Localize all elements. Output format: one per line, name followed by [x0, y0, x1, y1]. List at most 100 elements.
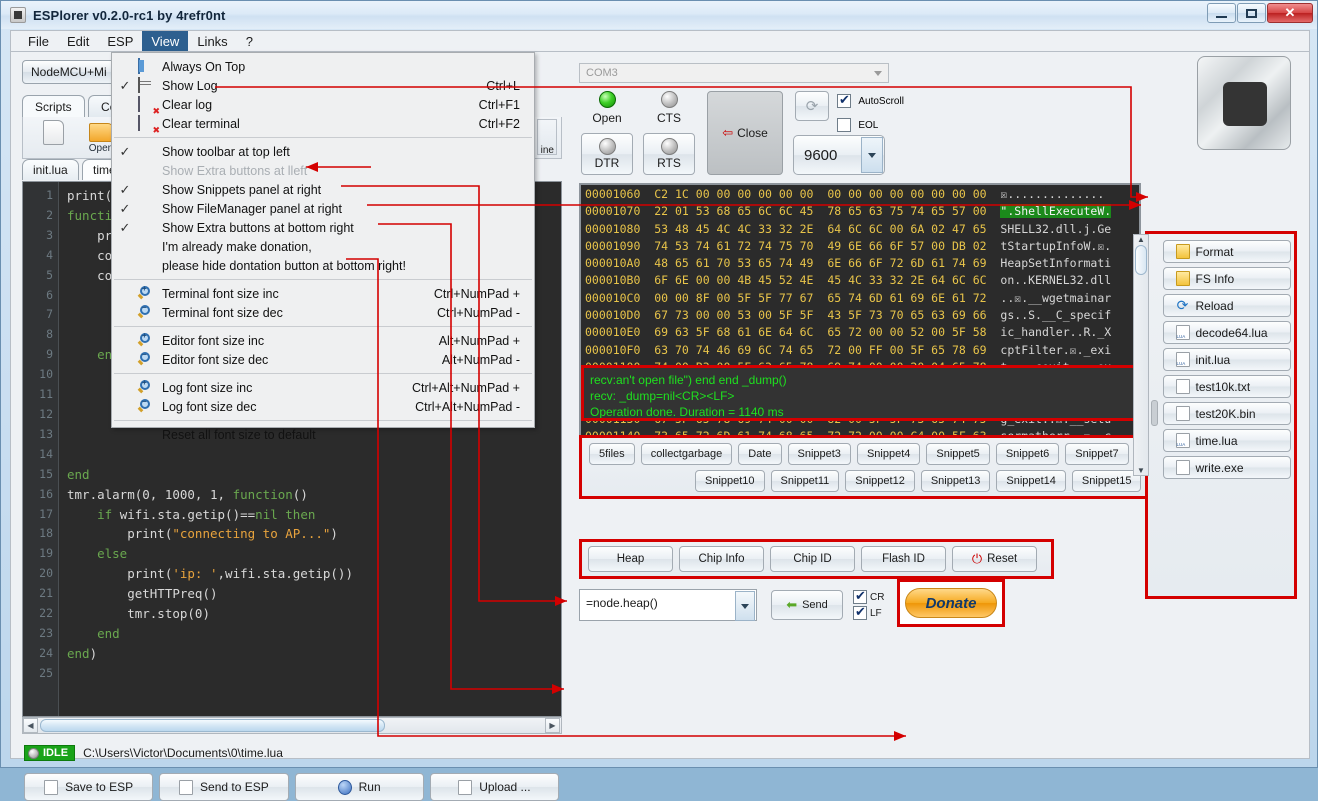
snippet-button[interactable]: Snippet7 — [1065, 443, 1129, 465]
view-menu-item-show-snippets-panel-at-right[interactable]: ✓ Show Snippets panel at right — [112, 180, 534, 199]
rts-button[interactable]: RTS — [643, 133, 695, 175]
filemanager-item-format[interactable]: Format — [1162, 240, 1291, 263]
view-menu-item-terminal-font-size-dec[interactable]: − Terminal font size dec Ctrl+NumPad - — [112, 303, 534, 322]
snippet-button[interactable]: Snippet11 — [770, 470, 840, 492]
close-connection-button[interactable]: ⇦ Close — [707, 91, 783, 175]
send-to-esp-button[interactable]: Send to ESP — [159, 773, 289, 801]
snippet-button[interactable]: Snippet12 — [845, 470, 915, 492]
terminal-vscrollbar[interactable]: ▲ ▼ — [1133, 234, 1149, 476]
snippet-button[interactable]: Snippet10 — [695, 470, 765, 492]
menu-help[interactable]: ? — [237, 31, 262, 52]
autoscroll-checkbox[interactable]: AutoScroll — [837, 92, 904, 108]
com-port-select[interactable]: COM3 — [579, 63, 889, 83]
autoscroll-label: AutoScroll — [858, 96, 904, 107]
cr-checkbox[interactable]: CR — [853, 588, 884, 604]
filemanager-scroll-thumb[interactable] — [1151, 400, 1158, 426]
view-menu-item-show-extra-buttons-at-bottom-right[interactable]: ✓ Show Extra buttons at bottom right — [112, 218, 534, 237]
snippet-button[interactable]: collectgarbage — [640, 443, 733, 465]
file-tab-init[interactable]: init.lua — [22, 159, 79, 180]
filemanager-item-reload[interactable]: ⟳ Reload — [1162, 294, 1291, 317]
view-menu-item-editor-font-size-inc[interactable]: + Editor font size inc Alt+NumPad + — [112, 331, 534, 350]
maximize-button[interactable] — [1237, 3, 1266, 23]
menu-item-label: Terminal font size dec — [162, 305, 283, 320]
snippet-button[interactable]: Snippet3 — [787, 443, 851, 465]
hscroll-thumb[interactable] — [40, 719, 385, 732]
upload-button[interactable]: Upload ... — [429, 773, 559, 801]
filemanager-item-decode64-lua[interactable]: decode64.lua — [1162, 321, 1291, 344]
filemanager-item-test20k-bin[interactable]: test20K.bin — [1162, 402, 1291, 425]
run-button[interactable]: Run — [294, 773, 424, 801]
extra-button-reset[interactable]: ⏻ Reset — [952, 546, 1037, 572]
tab-scripts[interactable]: Scripts — [22, 95, 85, 118]
snippet-button[interactable]: Snippet14 — [996, 470, 1066, 492]
menu-file[interactable]: File — [19, 31, 58, 52]
filemanager-item-init-lua[interactable]: init.lua — [1162, 348, 1291, 371]
send-button[interactable]: ⬅ Send — [771, 590, 843, 620]
menu-item-label: Show Extra buttons at lleft — [162, 163, 308, 178]
filemanager-item-test10k-txt[interactable]: test10k.txt — [1162, 375, 1291, 398]
refresh-button[interactable]: ⟳ — [795, 91, 829, 121]
view-menu-item-show-toolbar-at-top-left[interactable]: ✓ Show toolbar at top left — [112, 142, 534, 161]
lua-file-icon — [1175, 352, 1190, 367]
menu-checkmark-icon: ✓ — [119, 219, 131, 235]
view-menu-item-editor-font-size-dec[interactable]: − Editor font size dec Alt+NumPad - — [112, 350, 534, 369]
snippet-button[interactable]: Snippet15 — [1071, 470, 1142, 492]
view-menu-item-terminal-font-size-inc[interactable]: + Terminal font size inc Ctrl+NumPad + — [112, 284, 534, 303]
extra-button-flash-id[interactable]: Flash ID — [861, 546, 946, 572]
minimize-button[interactable] — [1207, 3, 1236, 23]
menu-links[interactable]: Links — [188, 31, 236, 52]
terminal-vscroll-thumb[interactable] — [1135, 245, 1147, 275]
filemanager-item-write-exe[interactable]: write.exe — [1162, 456, 1291, 479]
donate-button[interactable]: Donate — [905, 588, 997, 618]
terminal-scroll-up-icon[interactable]: ▲ — [1134, 235, 1148, 244]
view-menu-item-log-font-size-dec[interactable]: − Log font size dec Ctrl+Alt+NumPad - — [112, 397, 534, 416]
scroll-right-icon[interactable]: ▶ — [545, 718, 560, 733]
view-menu-popup[interactable]: Always On Top ✓ Show Log Ctrl+L Clear log Ctr… — [111, 52, 535, 442]
new-file-button[interactable] — [31, 118, 75, 158]
menu-edit[interactable]: Edit — [58, 31, 98, 52]
dtr-button[interactable]: DTR — [581, 133, 633, 175]
filemanager-item-label: init.lua — [1195, 352, 1231, 367]
extra-button-label: Heap — [616, 553, 645, 565]
view-menu-item-log-font-size-inc[interactable]: + Log font size inc Ctrl+Alt+NumPad + — [112, 378, 534, 397]
command-input[interactable]: =node.heap() — [579, 589, 757, 621]
snippet-button[interactable]: Snippet4 — [856, 443, 921, 465]
view-menu-item-please-hide-dontation-button-at-bo[interactable]: please hide dontation button at bottom r… — [112, 256, 534, 275]
save-to-esp-button[interactable]: Save to ESP — [24, 773, 154, 801]
view-menu-item-show-log[interactable]: ✓ Show Log Ctrl+L — [112, 76, 534, 95]
view-menu-item-i-m-already-make-donation-[interactable]: I'm already make donation, — [112, 237, 534, 256]
view-menu-item-clear-log[interactable]: Clear log Ctrl+F1 — [112, 95, 534, 114]
view-menu-item-show-filemanager-panel-at-right[interactable]: ✓ Show FileManager panel at right — [112, 199, 534, 218]
close-button[interactable]: ✕ — [1267, 3, 1313, 23]
view-menu-item-clear-terminal[interactable]: Clear terminal Ctrl+F2 — [112, 114, 534, 133]
log-panel[interactable]: recv:an't open file") end end _dump() rec… — [581, 365, 1137, 421]
filemanager-row: Format FS Info ⟳ Reload decode64.lua init.lua… — [1148, 240, 1294, 590]
view-menu-item-always-on-top[interactable]: Always On Top — [112, 57, 534, 76]
lf-checkbox[interactable]: LF — [853, 604, 884, 620]
view-menu-item-reset-all-font-size-to-default[interactable]: Reset all font size to default — [112, 425, 534, 444]
snippet-button[interactable]: Snippet6 — [995, 443, 1060, 465]
status-badge: IDLE — [24, 745, 76, 761]
extra-button-heap[interactable]: Heap — [588, 546, 673, 572]
eol-checkbox[interactable]: EOL — [837, 117, 878, 132]
menu-esp[interactable]: ESP — [98, 31, 142, 52]
extra-button-chip-id[interactable]: Chip ID — [770, 546, 855, 572]
baud-chevron-down-icon[interactable] — [861, 137, 883, 173]
baud-select[interactable]: 9600 — [793, 135, 885, 175]
editor-hscrollbar[interactable]: ◀ ▶ — [22, 717, 562, 734]
filemanager-item-time-lua[interactable]: time.lua — [1162, 429, 1291, 452]
command-history-chevron-down-icon[interactable] — [735, 591, 755, 621]
snippet-button[interactable]: 5files — [589, 443, 635, 465]
menu-item-label: Show toolbar at top left — [162, 144, 290, 159]
code-line: if wifi.sta.getip()==nil then — [97, 506, 316, 522]
terminal-scroll-down-icon[interactable]: ▼ — [1134, 466, 1148, 475]
snippet-button[interactable]: Snippet13 — [920, 470, 991, 492]
menu-view[interactable]: View — [142, 31, 189, 52]
snippet-button[interactable]: Snippet5 — [926, 443, 990, 465]
filemanager-scrollbar[interactable] — [1150, 240, 1159, 590]
extra-button-chip-info[interactable]: Chip Info — [679, 546, 764, 572]
scroll-left-icon[interactable]: ◀ — [23, 718, 38, 733]
snippet-button[interactable]: Date — [738, 443, 782, 465]
format-icon — [1175, 244, 1190, 259]
filemanager-item-fs-info[interactable]: FS Info — [1162, 267, 1291, 290]
